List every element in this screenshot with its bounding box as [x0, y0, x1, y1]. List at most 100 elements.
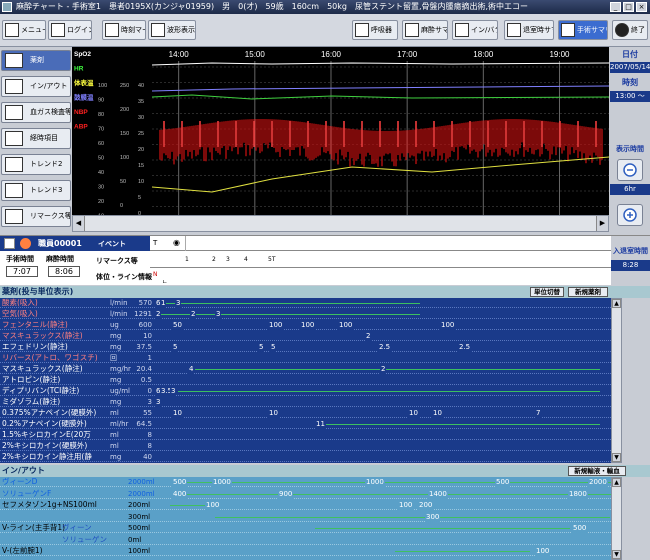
drug-dose-value[interactable]: 2: [155, 309, 162, 319]
remarks-row[interactable]: 1 2 3 4 5T: [150, 252, 611, 268]
drug-row[interactable]: ディプリバン(TCI静注) ug/ml 0 6 3.5 3: [0, 386, 611, 396]
sidebar-item-remarks[interactable]: リマークス等: [1, 206, 71, 227]
drug-dose-value[interactable]: 10: [268, 408, 279, 418]
io-volume-value[interactable]: 300: [425, 511, 441, 522]
waveform-button[interactable]: 波形表示: [148, 20, 196, 40]
io-row[interactable]: ヴィーンD 2000ml 500 1000 1000 500 2000: [0, 477, 611, 487]
io-row[interactable]: ソリューゲン 0ml: [0, 535, 611, 545]
io-vertical-scrollbar[interactable]: ▲ ▼: [611, 477, 622, 560]
io-volume-value[interactable]: 200: [418, 500, 434, 510]
io-volume-value[interactable]: 900: [278, 488, 294, 499]
drug-dose-value[interactable]: 5: [258, 342, 265, 352]
drug-dose-value[interactable]: 7: [535, 408, 542, 418]
exit-summary-button[interactable]: 退室時サマリ: [504, 20, 554, 40]
drug-row[interactable]: マスキュラックス(静注) mg 10 2: [0, 331, 611, 341]
io-volume-value[interactable]: 1800: [568, 488, 588, 499]
drug-dose-value[interactable]: 5: [172, 342, 179, 352]
in-out-balance-button[interactable]: イン/バランス: [452, 20, 498, 40]
drug-dose-value[interactable]: 100: [300, 320, 316, 330]
drug-dose-value[interactable]: 3: [155, 397, 162, 407]
drug-row[interactable]: アトロピン(静注) mg 0.5: [0, 375, 611, 385]
scroll-up-arrow[interactable]: ▲: [612, 299, 621, 308]
maximize-button[interactable]: □: [623, 2, 634, 12]
drug-dose-value[interactable]: 10: [172, 408, 183, 418]
io-row[interactable]: 300ml 300: [0, 511, 611, 522]
drug-dose-value[interactable]: 3: [175, 298, 182, 308]
drug-row[interactable]: マスキュラックス(静注) mg/hr 20.4 4 2: [0, 364, 611, 374]
io-scroll-down-arrow[interactable]: ▼: [612, 550, 621, 559]
drug-row[interactable]: 0.375%アナペイン(硬膜外) ml 55 10 10 10 10 7: [0, 408, 611, 418]
drug-dose-value[interactable]: 5: [270, 342, 277, 352]
io-volume-value[interactable]: 400: [172, 488, 188, 499]
io-volume-value[interactable]: 100: [205, 500, 221, 510]
io-volume-value[interactable]: 1000: [212, 477, 232, 487]
scroll-left-arrow[interactable]: ◀: [73, 216, 85, 231]
io-volume-value[interactable]: 2000: [588, 477, 608, 487]
exit-button[interactable]: 終了: [612, 20, 648, 40]
io-volume-value[interactable]: 100: [535, 546, 551, 556]
new-drug-button[interactable]: 新規薬剤: [568, 287, 608, 297]
login-button[interactable]: ログイン: [48, 20, 92, 40]
drug-dose-value[interactable]: 2: [365, 331, 372, 341]
time-mark-button[interactable]: 時刻マーク: [102, 20, 146, 40]
time-value[interactable]: 13:00 〜: [610, 91, 650, 102]
sidebar-item-trend3[interactable]: トレンド3: [1, 180, 71, 201]
drug-dose-value[interactable]: 4: [188, 364, 195, 374]
io-volume-value[interactable]: 1000: [365, 477, 385, 487]
io-volume-value[interactable]: 500: [495, 477, 511, 487]
event-row[interactable]: T ◉: [150, 236, 611, 251]
ventilator-button[interactable]: 呼吸器: [352, 20, 398, 40]
sidebar-item-in-out[interactable]: イン/アウト: [1, 76, 71, 97]
io-volume-value[interactable]: 100: [398, 500, 414, 510]
surgery-summary-button[interactable]: 手術サマリー: [558, 20, 608, 40]
new-infusion-button[interactable]: 新規輸液・輸血: [568, 466, 626, 476]
io-volume-value[interactable]: 500: [572, 523, 588, 533]
drug-dose-value[interactable]: 2.5: [378, 342, 392, 352]
menu-button[interactable]: メニュー: [2, 20, 46, 40]
drug-row[interactable]: 2%キシロカイン(硬膜外) ml 8: [0, 441, 611, 451]
anesthesia-summary-button[interactable]: 麻酔サマリー: [402, 20, 448, 40]
scroll-down-arrow[interactable]: ▼: [612, 453, 621, 462]
drug-dose-value[interactable]: 2.5: [458, 342, 472, 352]
drug-dose-value[interactable]: 2: [190, 309, 197, 319]
sidebar-item-blood-gas[interactable]: 血ガス検査等: [1, 102, 71, 123]
drug-row[interactable]: 酸素(吸入) l/min 570 6 1 3: [0, 298, 611, 308]
drug-dose-value[interactable]: 2: [380, 364, 387, 374]
drug-dose-value[interactable]: 1: [160, 298, 167, 308]
drug-row[interactable]: リバース(アトロ、ワゴスチ) 回 1: [0, 353, 611, 363]
io-row[interactable]: V-ライン(主手背1) ヴィーン 500ml 500: [0, 523, 611, 533]
drug-dose-value[interactable]: 10: [408, 408, 419, 418]
io-volume-value[interactable]: 1400: [428, 488, 448, 499]
drug-row[interactable]: 0.2%アナペイン(硬膜外) ml/hr 64.5 11: [0, 419, 611, 429]
sidebar-item-drugs[interactable]: 薬剤: [1, 50, 71, 71]
close-window-button[interactable]: ×: [636, 2, 647, 12]
unit-switch-button[interactable]: 単位切替: [530, 287, 564, 297]
minimize-button[interactable]: _: [610, 2, 621, 12]
io-volume-value[interactable]: 500: [172, 477, 188, 487]
zoom-in-button[interactable]: [617, 204, 643, 226]
position-row[interactable]: N ㄴ: [150, 269, 611, 286]
drug-dose-value[interactable]: 3: [215, 309, 222, 319]
drug-dose-value[interactable]: 3: [170, 386, 177, 396]
drug-dose-value[interactable]: 100: [440, 320, 456, 330]
zoom-out-button[interactable]: [617, 159, 643, 181]
drug-dose-value[interactable]: 100: [268, 320, 284, 330]
drug-dose-value[interactable]: 100: [338, 320, 354, 330]
drug-dose-value[interactable]: 10: [432, 408, 443, 418]
drug-row[interactable]: エフェドリン(静注) mg 37.5 5 5 5 2.5 2.5: [0, 342, 611, 352]
io-row[interactable]: ソリューゲンF 2000ml 400 900 1400 1800: [0, 488, 611, 499]
sidebar-item-trend2[interactable]: トレンド2: [1, 154, 71, 175]
vital-chart[interactable]: 14:00 15:00 16:00 17:00 18:00 19:00 SpO2 HR 体表温鼓…: [72, 47, 609, 215]
drug-row[interactable]: 2%キシロカイン静注用(静 mg 40: [0, 452, 611, 462]
chart-horizontal-scrollbar[interactable]: ◀ ▶: [72, 215, 609, 232]
sidebar-item-timed-items[interactable]: 経時項目: [1, 128, 71, 149]
scroll-right-arrow[interactable]: ▶: [596, 216, 608, 231]
drug-row[interactable]: ミダゾラム(静注) mg 3 3: [0, 397, 611, 407]
drug-row[interactable]: フェンタニル(静注) ug 600 50 100 100 100 100: [0, 320, 611, 330]
io-row[interactable]: V-(左前腕1) 100ml 100: [0, 546, 611, 556]
date-value[interactable]: 2007/05/14: [610, 62, 650, 73]
io-row[interactable]: セフメタゾン1g+NS100ml 200ml 100 100 200: [0, 500, 611, 510]
drug-dose-value[interactable]: 50: [172, 320, 183, 330]
io-scroll-up-arrow[interactable]: ▲: [612, 478, 621, 487]
drug-vertical-scrollbar[interactable]: ▲ ▼: [611, 298, 622, 463]
